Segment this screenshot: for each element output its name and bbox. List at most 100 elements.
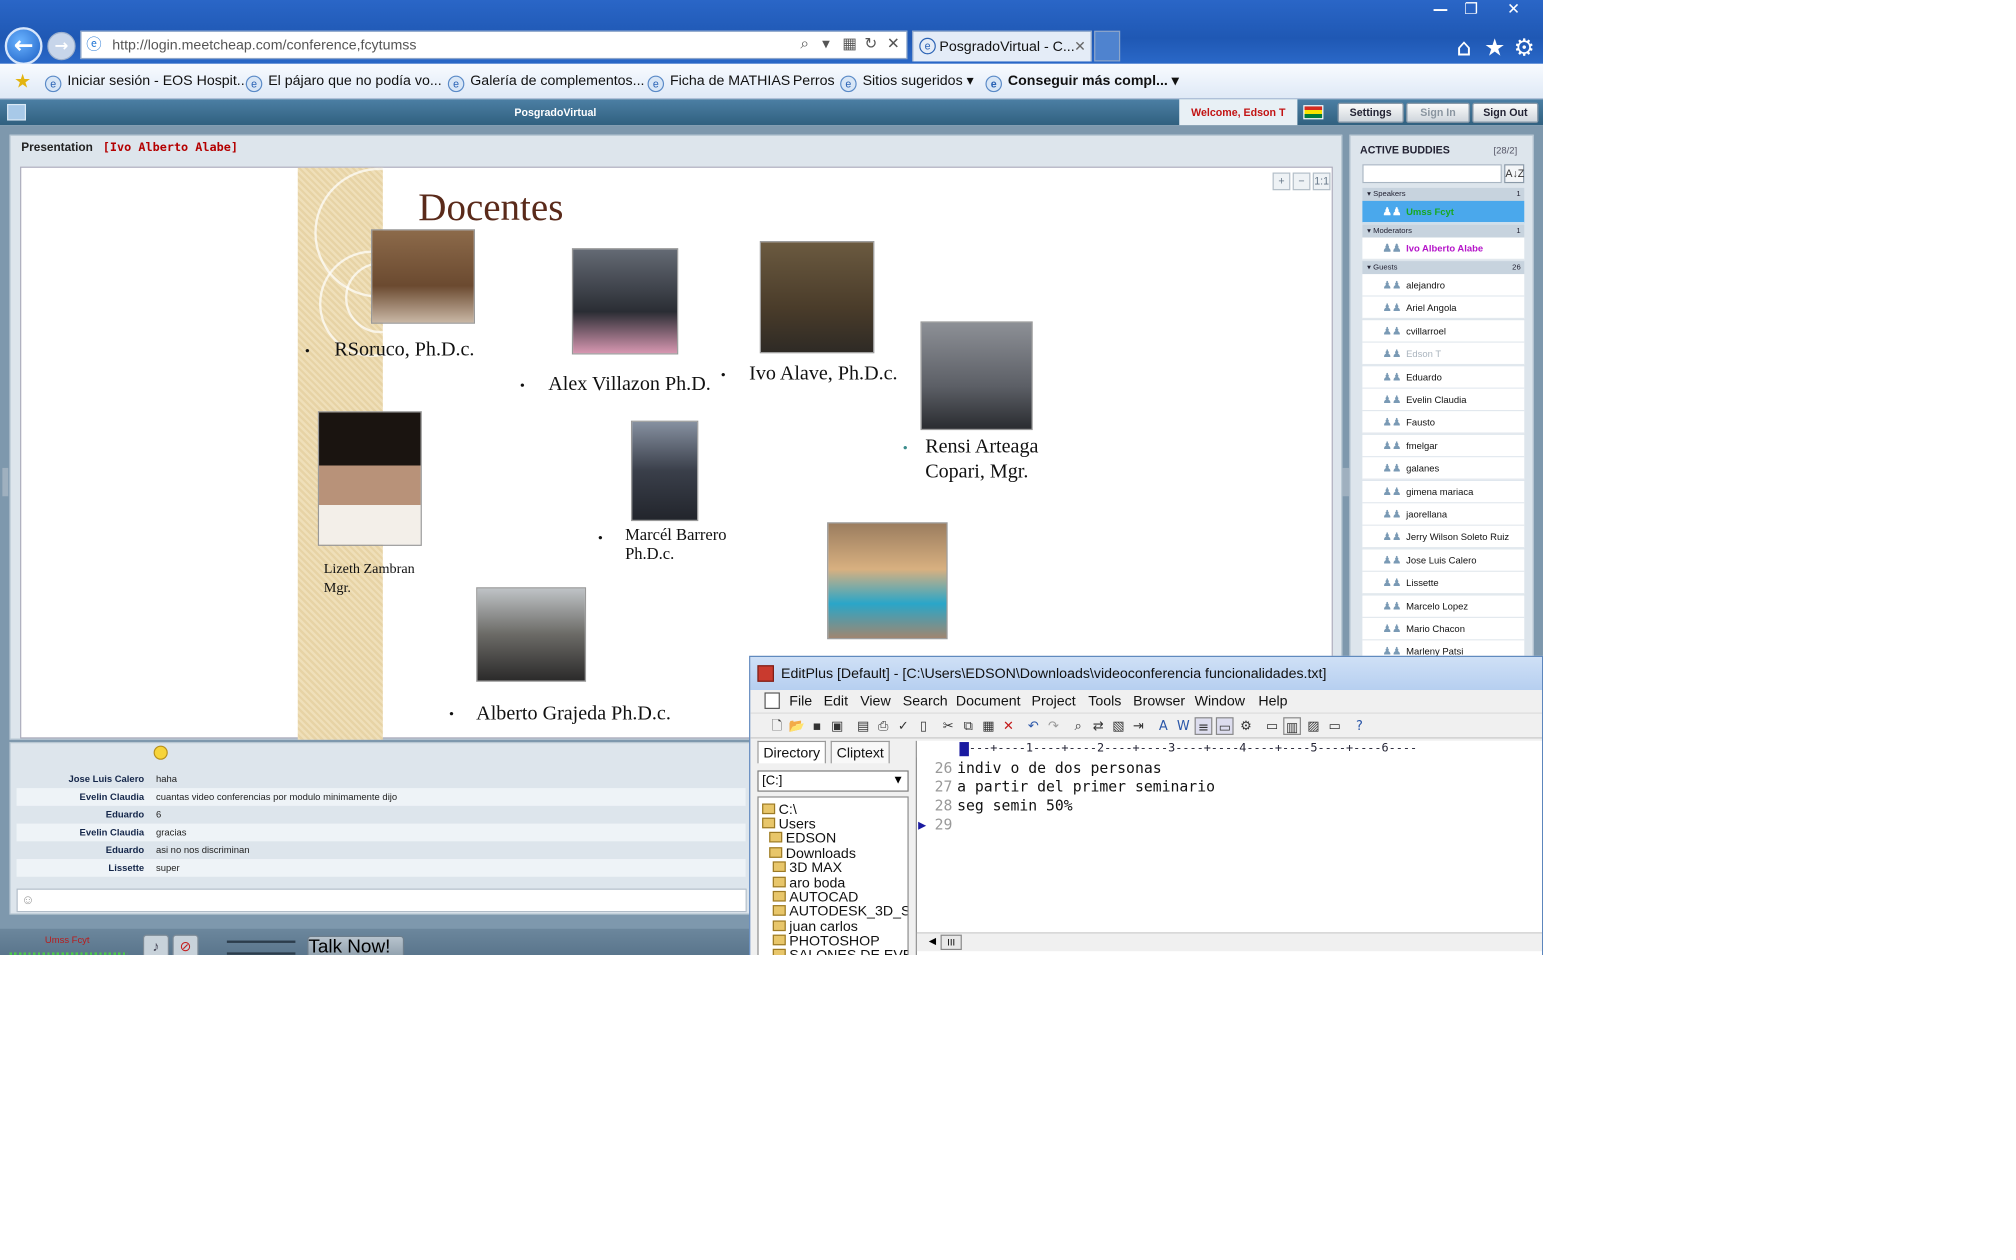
minimize-icon[interactable]: —: [1425, 0, 1456, 20]
mic-slider[interactable]: [226, 952, 296, 955]
font-icon[interactable]: A: [1154, 717, 1172, 735]
new-file-icon[interactable]: 🗋: [768, 717, 786, 735]
favorite-link[interactable]: Perros: [793, 72, 835, 89]
tab-directory[interactable]: Directory: [757, 740, 826, 764]
menu-search[interactable]: Search: [903, 690, 948, 712]
buddy-item[interactable]: ♟♟ alejandro: [1362, 274, 1525, 297]
close-window-icon[interactable]: ✕: [1498, 0, 1529, 20]
tab-close-icon[interactable]: ✕: [1074, 32, 1086, 60]
open-folder-icon[interactable]: 📂: [788, 717, 806, 735]
new-tab-button[interactable]: [1094, 30, 1121, 62]
forward-arrow-icon[interactable]: →: [47, 31, 76, 61]
undo-icon[interactable]: ↶: [1024, 717, 1042, 735]
paste-icon[interactable]: ▦: [980, 717, 998, 735]
address-bar[interactable]: ⓔ http://login.meetcheap.com/conference,…: [80, 30, 908, 60]
menu-tools[interactable]: Tools: [1088, 690, 1121, 712]
buddy-item[interactable]: ♟♟ Lissette: [1362, 572, 1525, 595]
buddy-item[interactable]: ♟♟ Jerry Wilson Soleto Ruiz: [1362, 526, 1525, 549]
group-guests[interactable]: ▾ Guests 26: [1362, 261, 1525, 275]
editor-line[interactable]: 28 seg semin 50%: [917, 796, 1073, 814]
compat-view-icon[interactable]: ▦: [840, 35, 859, 54]
tab-cliptext[interactable]: Cliptext: [830, 740, 890, 764]
zoom-fit-button[interactable]: 1:1: [1312, 172, 1331, 191]
favorite-link[interactable]: e Iniciar sesión - EOS Hospit...: [44, 72, 249, 93]
chat-input[interactable]: ☺: [16, 888, 747, 913]
buddy-search-input[interactable]: [1362, 164, 1502, 184]
print-preview-icon[interactable]: ▤: [854, 717, 872, 735]
preferences-icon[interactable]: ⚙: [1237, 717, 1255, 735]
mute-icon[interactable]: ⊘: [172, 934, 199, 955]
editor-line[interactable]: 27 a partir del primer seminario: [917, 777, 1215, 795]
menu-edit[interactable]: Edit: [824, 690, 848, 712]
favorite-link[interactable]: e Ficha de MATHIAS: [647, 72, 790, 93]
settings-button[interactable]: Settings: [1337, 102, 1404, 123]
buddy-item[interactable]: ♟♟ Umss Fcyt: [1362, 200, 1525, 224]
buddy-item[interactable]: ♟♟ cvillarroel: [1362, 319, 1525, 343]
buddy-item[interactable]: ♟♟ Fausto: [1362, 411, 1525, 435]
replace-icon[interactable]: ⇄: [1089, 717, 1107, 735]
menu-browser[interactable]: Browser: [1133, 690, 1185, 712]
delete-icon[interactable]: ✕: [1000, 717, 1018, 735]
buddy-item[interactable]: ♟♟ Evelin Claudia: [1362, 388, 1525, 412]
menu-document[interactable]: Document: [956, 690, 1021, 712]
dropdown-icon[interactable]: ▾: [816, 35, 835, 54]
ruler-icon[interactable]: ▭: [1215, 717, 1234, 735]
group-moderators[interactable]: ▾ Moderators 1: [1362, 224, 1525, 238]
copy-icon[interactable]: ⧉: [959, 717, 977, 735]
find-in-files-icon[interactable]: ▧: [1110, 717, 1128, 735]
browser-tab[interactable]: e PosgradoVirtual - C... ✕: [912, 30, 1092, 62]
text-editor[interactable]: ----+----1----+----2----+----3----+----4…: [915, 740, 1542, 955]
browser-view-icon[interactable]: ▭: [1263, 717, 1281, 735]
sign-in-button[interactable]: Sign In: [1406, 102, 1470, 123]
scroll-thumb[interactable]: III: [940, 934, 962, 951]
zoom-out-icon[interactable]: −: [1292, 172, 1311, 191]
refresh-icon[interactable]: ↻: [861, 35, 880, 54]
clipboard-icon[interactable]: ▯: [915, 717, 933, 735]
buddy-item[interactable]: ♟♟ Jose Luis Calero: [1362, 549, 1525, 572]
tree-node[interactable]: AUTODESK_3D_ST: [772, 904, 907, 918]
dir-window-icon[interactable]: ▥: [1283, 717, 1301, 735]
horizontal-scrollbar[interactable]: ◀ III: [916, 932, 1542, 952]
menu-window[interactable]: Window: [1195, 690, 1245, 712]
goto-icon[interactable]: ⇥: [1130, 717, 1148, 735]
splitter-handle[interactable]: [2, 467, 9, 497]
gear-icon[interactable]: ⚙: [1511, 34, 1537, 60]
buddy-item[interactable]: ♟♟ Ariel Angola: [1362, 297, 1525, 320]
restore-icon[interactable]: ❐: [1456, 0, 1487, 20]
talk-now-button[interactable]: Talk Now!: [307, 935, 405, 955]
sign-out-button[interactable]: Sign Out: [1472, 102, 1539, 123]
document-icon[interactable]: [764, 692, 780, 709]
output-window-icon[interactable]: ▨: [1304, 717, 1322, 735]
home-icon[interactable]: ⌂: [1451, 34, 1477, 60]
buddy-item[interactable]: ♟♟ Ivo Alberto Alabe: [1362, 237, 1525, 260]
drive-select[interactable]: [C:] ▼: [757, 770, 909, 792]
search-icon[interactable]: ⌕: [795, 35, 814, 54]
sort-button[interactable]: A↓Z: [1504, 164, 1524, 184]
tree-node[interactable]: 3D MAX: [772, 860, 842, 874]
line-number-icon[interactable]: ≡: [1194, 717, 1213, 735]
back-arrow-icon[interactable]: ←: [4, 27, 43, 65]
menu-project[interactable]: Project: [1032, 690, 1076, 712]
stop-icon[interactable]: ✕: [884, 35, 903, 54]
buddy-item[interactable]: ♟♟ Marcelo Lopez: [1362, 595, 1525, 618]
favorite-link[interactable]: e Sitios sugeridos ▾: [840, 72, 974, 93]
help-icon[interactable]: ?: [1351, 717, 1369, 735]
word-wrap-icon[interactable]: W: [1175, 717, 1193, 735]
menu-help[interactable]: Help: [1258, 690, 1287, 712]
volume-slider[interactable]: [226, 940, 296, 943]
group-speakers[interactable]: ▾ Speakers 1: [1362, 187, 1525, 201]
scroll-left-icon[interactable]: ◀: [929, 936, 936, 947]
buddy-item[interactable]: ♟♟ Mario Chacon: [1362, 617, 1525, 641]
spellcheck-icon[interactable]: ✓: [894, 717, 912, 735]
buddy-item[interactable]: ♟♟ gimena mariaca: [1362, 480, 1525, 503]
buddy-item[interactable]: ♟♟ galanes: [1362, 457, 1525, 480]
save-icon[interactable]: ▪: [808, 717, 826, 735]
splitter-handle[interactable]: [1342, 467, 1350, 497]
cliptext-icon[interactable]: ▭: [1326, 717, 1344, 735]
emoji-picker-icon[interactable]: ☺: [21, 893, 34, 907]
find-icon[interactable]: ⌕: [1069, 717, 1087, 735]
menu-file[interactable]: File: [789, 690, 812, 712]
print-icon[interactable]: ⎙: [874, 717, 892, 735]
cut-icon[interactable]: ✂: [939, 717, 957, 735]
buddy-item[interactable]: ♟♟ fmelgar: [1362, 434, 1525, 458]
